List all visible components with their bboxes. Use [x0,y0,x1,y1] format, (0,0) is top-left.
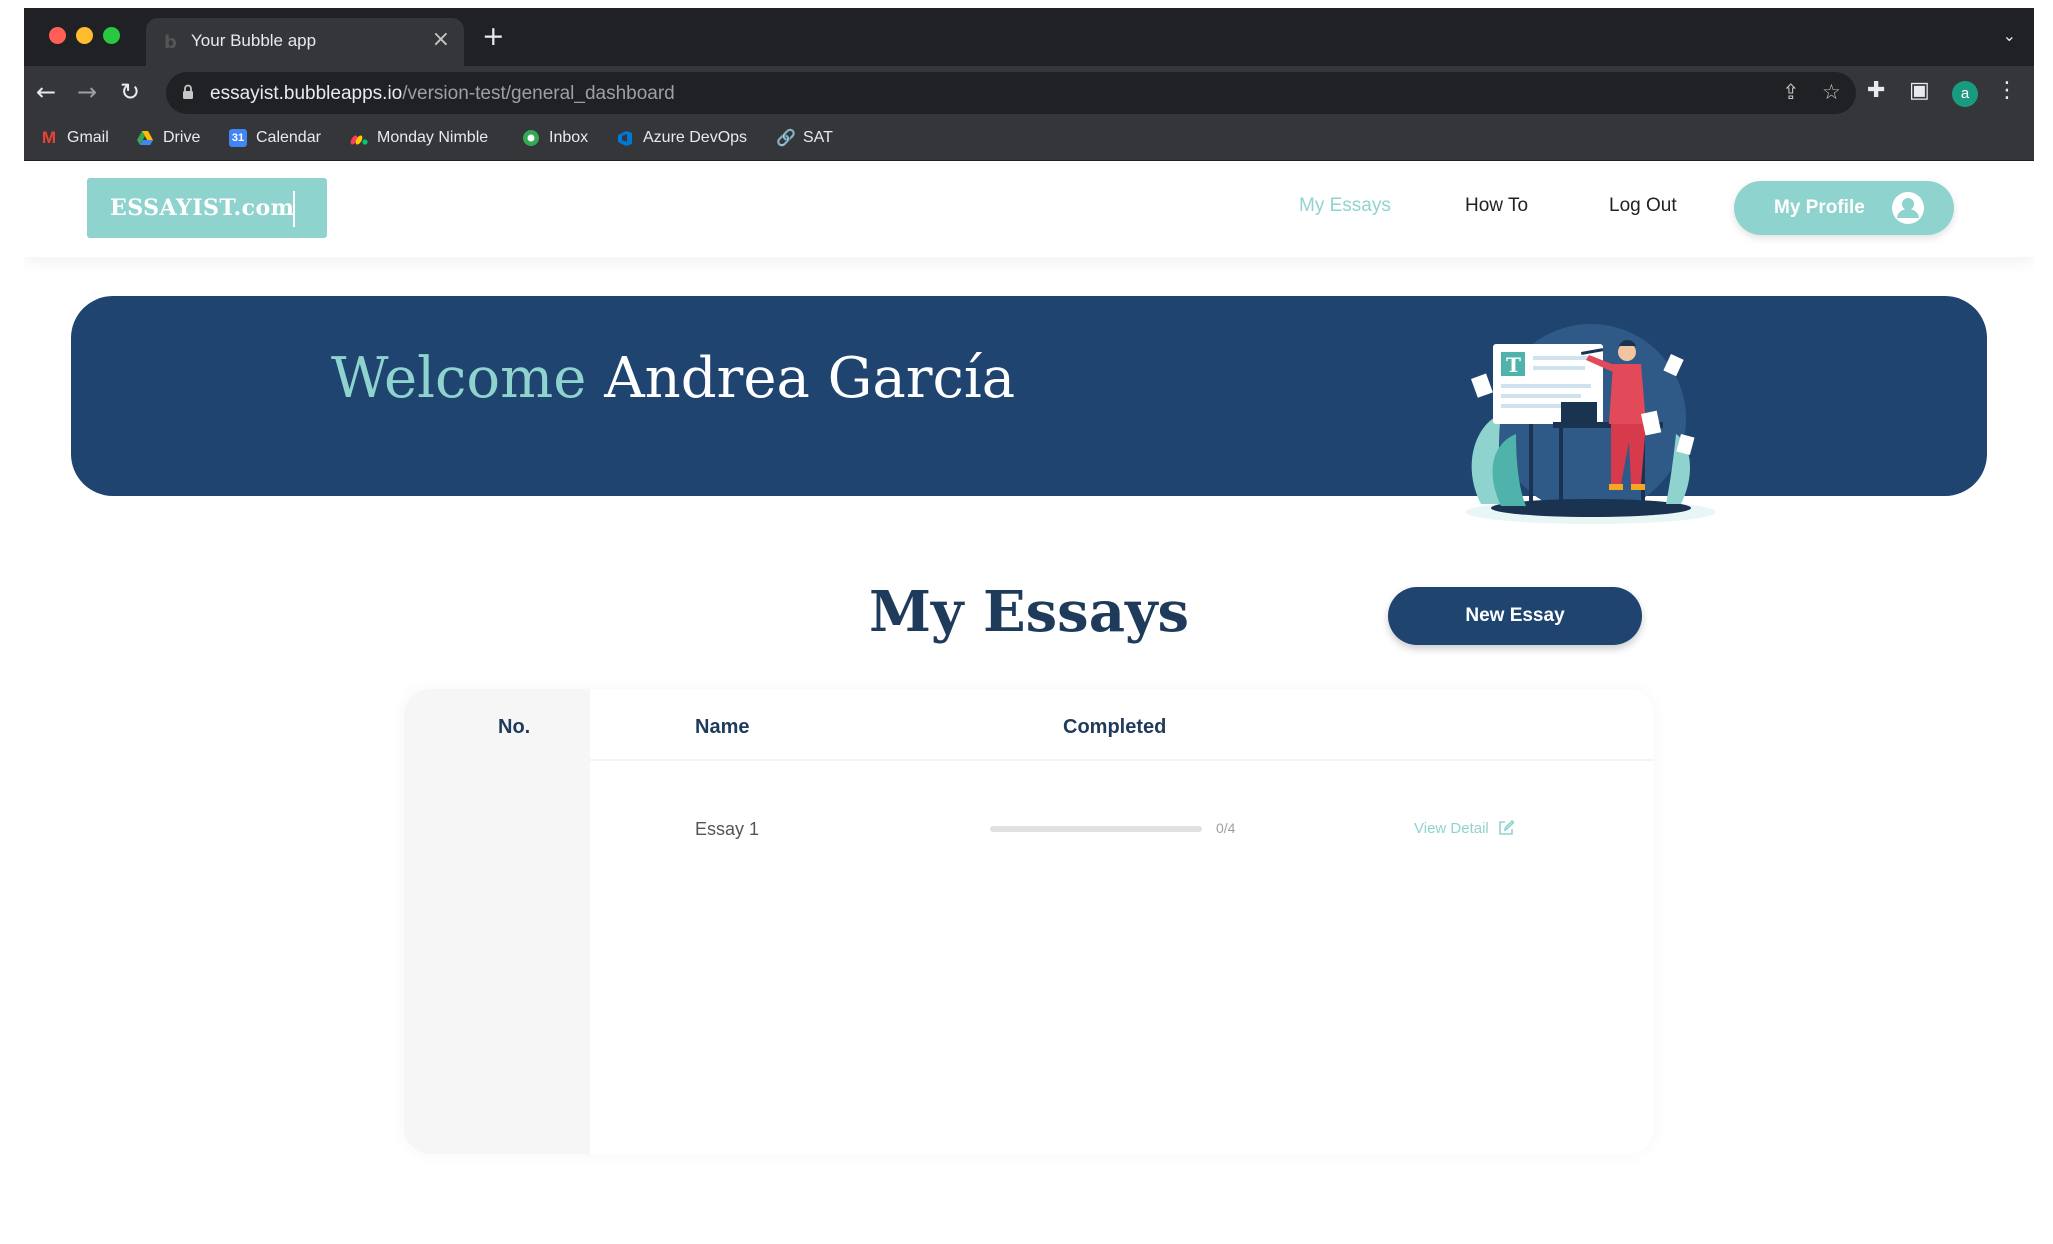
welcome-banner: Welcome Andrea García T [71,296,1987,524]
new-tab-icon[interactable]: + [482,23,505,50]
bookmark-drive[interactable]: Drive [136,129,200,147]
browser-window: b Your Bubble app × + ⌄ ← → ↻ essayist.b… [24,8,2034,1244]
essayist-logo[interactable]: ESSAYIST.com [87,178,327,238]
logo-cursor-mark [293,191,295,227]
side-panel-icon[interactable]: ▣ [1909,79,1930,103]
monday-icon [350,135,368,145]
header-divider [590,759,1654,761]
drive-icon [137,131,153,145]
user-name: Andrea García [604,346,1016,411]
azure-devops-icon [618,131,632,146]
link-icon: 🔗 [776,128,796,147]
nav-my-essays[interactable]: My Essays [1299,195,1391,217]
address-bar[interactable]: essayist.bubbleapps.io/version-test/gene… [166,72,1856,114]
tab-title: Your Bubble app [191,31,317,50]
lock-icon [183,84,193,99]
column-header-completed: Completed [1063,716,1167,738]
essay-name: Essay 1 [695,819,760,839]
browser-tab[interactable]: b Your Bubble app × [146,18,464,66]
forward-arrow-icon[interactable]: → [77,79,97,105]
close-window-button[interactable] [49,27,66,44]
back-arrow-icon[interactable]: ← [36,79,56,105]
nav-how-to[interactable]: How To [1465,195,1528,217]
view-detail-link[interactable]: View Detail [1414,819,1515,837]
my-essays-heading: My Essays [868,579,1190,645]
minimize-window-button[interactable] [76,27,93,44]
writer-at-desk-illustration: T [1466,324,1716,524]
profile-avatar[interactable]: a [1952,81,1978,107]
gmail-icon: M [41,128,57,147]
inbox-icon [523,130,539,146]
bookmark-azure-devops[interactable]: Azure DevOps [616,129,747,147]
svg-text:T: T [1506,353,1521,377]
column-header-name: Name [695,716,750,738]
essays-table: No. Name Completed Essay 1 0/4 View Deta… [404,689,1654,1154]
completion-progress-bar [990,826,1202,832]
calendar-icon: 31 [229,129,247,147]
bookmark-inbox[interactable]: Inbox [522,129,588,147]
browser-toolbar: ← → ↻ essayist.bubbleapps.io/version-tes… [24,66,2034,120]
column-header-no: No. [498,716,531,738]
browser-titlebar: b Your Bubble app × + ⌄ [24,8,2034,66]
share-icon[interactable]: ⇪ [1782,81,1800,103]
bubble-favicon-icon: b [164,32,177,53]
completion-count: 0/4 [1216,820,1236,836]
chevron-down-icon[interactable]: ⌄ [2003,26,2016,45]
close-tab-icon[interactable]: × [432,29,450,51]
welcome-heading: Welcome Andrea García [331,346,1016,411]
bookmarks-bar: M Gmail Drive 31 Calendar Monday Nimble [24,120,2034,161]
nav-log-out[interactable]: Log Out [1609,195,1677,217]
user-avatar-icon [1892,192,1924,224]
bookmark-sat[interactable]: 🔗 SAT [776,129,833,147]
edit-icon [1498,819,1515,835]
maximize-window-button[interactable] [103,27,120,44]
bookmark-gmail[interactable]: M Gmail [40,129,109,147]
more-menu-icon[interactable]: ⋮ [1996,79,2018,103]
bookmark-star-icon[interactable]: ☆ [1822,81,1841,103]
url-text: essayist.bubbleapps.io/version-test/gene… [210,83,675,104]
bookmark-calendar[interactable]: 31 Calendar [229,129,321,147]
my-essays-heading-wrap: My Essays [24,579,2034,645]
app-header: ESSAYIST.com My Essays How To Log Out My… [24,161,2034,257]
new-essay-button[interactable]: New Essay [1388,587,1642,645]
reload-icon[interactable]: ↻ [120,79,140,105]
app-page: ESSAYIST.com My Essays How To Log Out My… [24,161,2034,1244]
bookmark-monday-nimble[interactable]: Monday Nimble [350,129,488,147]
my-profile-button[interactable]: My Profile [1734,181,1954,235]
extensions-puzzle-icon[interactable]: ✚ [1867,79,1885,103]
number-column [404,689,590,1154]
